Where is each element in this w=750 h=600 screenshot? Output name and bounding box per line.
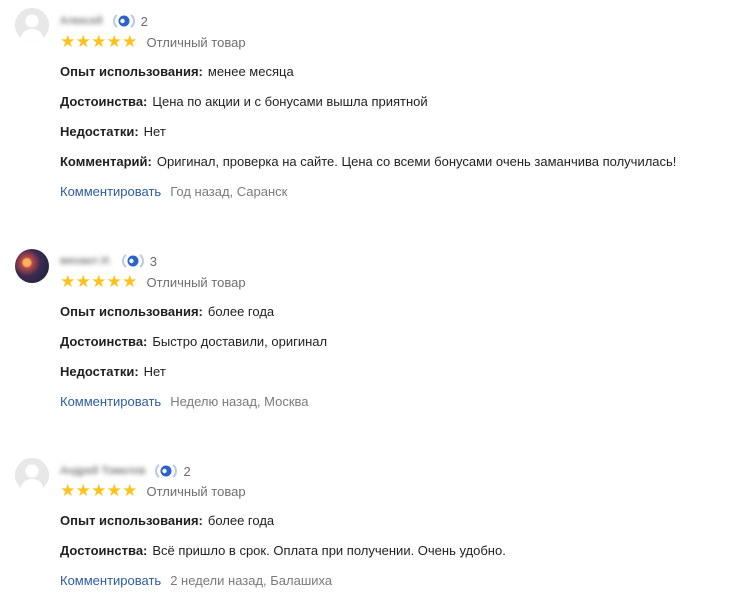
review-footer: Комментировать 2 недели назад, Балашиха <box>60 572 332 590</box>
author-name[interactable]: Алексей <box>60 15 103 27</box>
star-rating: ★ ★ ★ ★ ★ <box>60 33 138 51</box>
reviews-page: Алексей 2 ★ ★ ★ ★ ★ Отличный товар Опыт … <box>0 0 750 600</box>
cons-label: Недостатки: <box>60 124 139 139</box>
usage-value: более года <box>207 513 275 528</box>
star-icon: ★ <box>91 272 107 291</box>
cons-label: Недостатки: <box>60 364 139 379</box>
star-icon: ★ <box>106 32 122 51</box>
author-line: Алексей 2 <box>60 12 148 30</box>
usage-label: Опыт использования: <box>60 513 203 528</box>
review-meta: Год назад, Саранск <box>170 184 288 199</box>
review-meta: 2 недели назад, Балашиха <box>170 573 333 588</box>
star-icon: ★ <box>91 481 107 500</box>
laurel-badge-icon <box>153 463 179 479</box>
comment-link[interactable]: Комментировать <box>60 184 161 199</box>
star-icon: ★ <box>106 481 122 500</box>
star-icon: ★ <box>91 32 107 51</box>
laurel-badge-icon <box>111 13 137 29</box>
user-silhouette-icon <box>15 458 49 492</box>
comment-link[interactable]: Комментировать <box>60 394 161 409</box>
rating-text: Отличный товар <box>146 34 246 50</box>
usage-field: Опыт использования: более года <box>60 512 274 530</box>
avatar[interactable] <box>15 249 49 283</box>
author-name[interactable]: Андрей Томилов <box>60 465 145 477</box>
user-silhouette-icon <box>15 8 49 42</box>
star-icon: ★ <box>60 32 76 51</box>
author-name[interactable]: михаил И. <box>60 255 112 267</box>
cons-field: Недостатки: Нет <box>60 363 166 381</box>
star-icon: ★ <box>106 272 122 291</box>
comment-label: Комментарий: <box>60 154 152 169</box>
avatar[interactable] <box>15 8 49 42</box>
avatar[interactable] <box>15 458 49 492</box>
comment-field: Комментарий: Оригинал, проверка на сайте.… <box>60 153 676 171</box>
badge-count: 2 <box>183 463 191 479</box>
star-icon: ★ <box>75 32 91 51</box>
star-icon: ★ <box>75 272 91 291</box>
star-icon: ★ <box>122 481 138 500</box>
review-footer: Комментировать Год назад, Саранск <box>60 183 287 201</box>
comment-value: Оригинал, проверка на сайте. Цена со все… <box>156 154 677 169</box>
rating-text: Отличный товар <box>146 483 246 499</box>
star-icon: ★ <box>75 481 91 500</box>
star-icon: ★ <box>60 481 76 500</box>
pros-label: Достоинства: <box>60 94 148 109</box>
star-rating: ★ ★ ★ ★ ★ <box>60 273 138 291</box>
pros-field: Достоинства: Быстро доставили, оригинал <box>60 333 327 351</box>
badge-count: 3 <box>149 253 158 269</box>
comment-link[interactable]: Комментировать <box>60 573 161 588</box>
rating-line: ★ ★ ★ ★ ★ Отличный товар <box>60 33 246 51</box>
author-line: Андрей Томилов 2 <box>60 462 191 480</box>
pros-value: Всё пришло в срок. Оплата при получении.… <box>152 543 506 558</box>
pros-field: Достоинства: Всё пришло в срок. Оплата пр… <box>60 542 506 560</box>
pros-label: Достоинства: <box>60 543 148 558</box>
usage-label: Опыт использования: <box>60 304 203 319</box>
pros-value: Цена по акции и с бонусами вышла приятно… <box>152 94 428 109</box>
usage-field: Опыт использования: более года <box>60 303 274 321</box>
rating-line: ★ ★ ★ ★ ★ Отличный товар <box>60 482 246 500</box>
star-icon: ★ <box>122 272 138 291</box>
usage-label: Опыт использования: <box>60 64 203 79</box>
star-rating: ★ ★ ★ ★ ★ <box>60 482 138 500</box>
author-line: михаил И. 3 <box>60 252 157 270</box>
cons-value: Нет <box>143 124 166 139</box>
review-footer: Комментировать Неделю назад, Москва <box>60 393 309 411</box>
laurel-badge-icon <box>120 253 146 269</box>
cons-field: Недостатки: Нет <box>60 123 166 141</box>
usage-field: Опыт использования: менее месяца <box>60 63 294 81</box>
star-icon: ★ <box>60 272 76 291</box>
rating-text: Отличный товар <box>146 274 246 290</box>
badge-count: 2 <box>140 13 148 29</box>
cons-value: Нет <box>143 364 166 379</box>
pros-field: Достоинства: Цена по акции и с бонусами в… <box>60 93 428 111</box>
star-icon: ★ <box>122 32 138 51</box>
rating-line: ★ ★ ★ ★ ★ Отличный товар <box>60 273 246 291</box>
usage-value: менее месяца <box>207 64 294 79</box>
usage-value: более года <box>207 304 275 319</box>
pros-label: Достоинства: <box>60 334 148 349</box>
review-meta: Неделю назад, Москва <box>170 394 309 409</box>
pros-value: Быстро доставили, оригинал <box>152 334 328 349</box>
